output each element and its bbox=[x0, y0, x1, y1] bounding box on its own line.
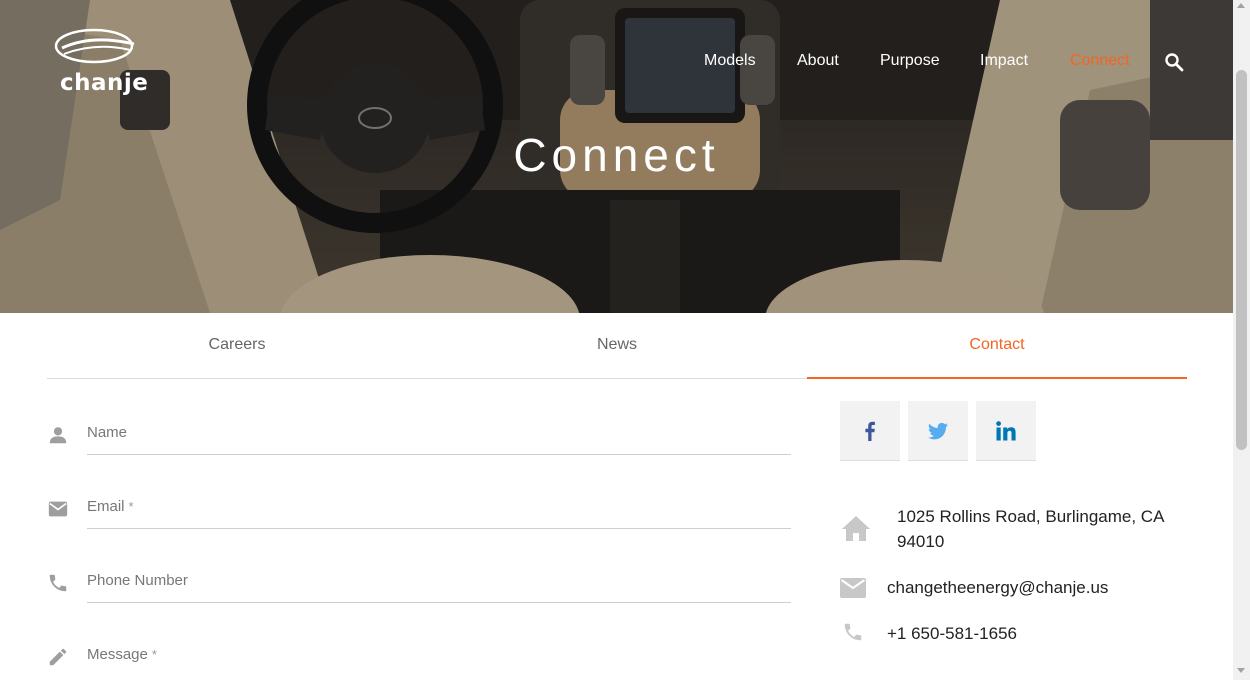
phone-input[interactable] bbox=[87, 568, 791, 598]
phone-field[interactable]: Phone Number bbox=[47, 564, 791, 614]
address-line-1: 1025 Rollins Road, Burlingame, CA bbox=[897, 507, 1165, 526]
facebook-icon bbox=[865, 421, 875, 441]
name-field[interactable]: Name bbox=[47, 416, 791, 466]
section-tabs: Careers News Contact bbox=[47, 313, 1187, 379]
page-title: Connect bbox=[513, 129, 720, 181]
email-field[interactable]: Email * bbox=[47, 490, 791, 540]
scroll-down-arrow-icon[interactable] bbox=[1237, 668, 1245, 673]
scroll-up-arrow-icon[interactable] bbox=[1237, 3, 1245, 8]
tab-careers[interactable]: Careers bbox=[47, 313, 427, 379]
contact-email-link[interactable]: changetheenergy@chanje.us bbox=[887, 575, 1108, 600]
phone-field-underline bbox=[87, 602, 791, 603]
home-icon bbox=[842, 516, 870, 541]
name-input[interactable] bbox=[87, 420, 791, 450]
facebook-button[interactable] bbox=[840, 401, 900, 461]
scrollbar-thumb[interactable] bbox=[1236, 70, 1247, 450]
twitter-button[interactable] bbox=[908, 401, 968, 461]
person-icon bbox=[49, 427, 67, 444]
linkedin-button[interactable] bbox=[976, 401, 1036, 461]
message-field[interactable]: Message * bbox=[47, 638, 791, 680]
name-field-underline bbox=[87, 454, 791, 455]
pencil-icon bbox=[49, 648, 67, 666]
mail-icon bbox=[48, 501, 68, 517]
twitter-icon bbox=[928, 422, 948, 440]
search-icon[interactable] bbox=[1164, 52, 1184, 72]
email-input[interactable] bbox=[87, 494, 791, 524]
message-input[interactable] bbox=[87, 642, 791, 672]
phone-icon bbox=[49, 574, 67, 592]
nav-item-models[interactable]: Models bbox=[704, 52, 756, 70]
tab-news[interactable]: News bbox=[427, 313, 807, 379]
linkedin-icon bbox=[996, 421, 1016, 441]
contact-phone-link[interactable]: +1 650-581-1656 bbox=[887, 621, 1017, 646]
nav-item-purpose[interactable]: Purpose bbox=[880, 52, 940, 70]
logo-text[interactable]: chanje bbox=[60, 70, 148, 96]
phone-icon bbox=[844, 623, 862, 641]
tab-contact[interactable]: Contact bbox=[807, 313, 1187, 379]
email-field-underline bbox=[87, 528, 791, 529]
address-line-2: 94010 bbox=[897, 532, 945, 551]
nav-item-impact[interactable]: Impact bbox=[980, 52, 1028, 70]
nav-item-about[interactable]: About bbox=[797, 52, 839, 70]
nav-item-connect[interactable]: Connect bbox=[1070, 52, 1130, 70]
address-text: 1025 Rollins Road, Burlingame, CA 94010 bbox=[897, 504, 1164, 554]
mail-icon bbox=[840, 578, 866, 598]
page-scrollbar[interactable] bbox=[1233, 0, 1250, 680]
hero-banner: chanje Models About Purpose Impact Conne… bbox=[0, 0, 1233, 313]
